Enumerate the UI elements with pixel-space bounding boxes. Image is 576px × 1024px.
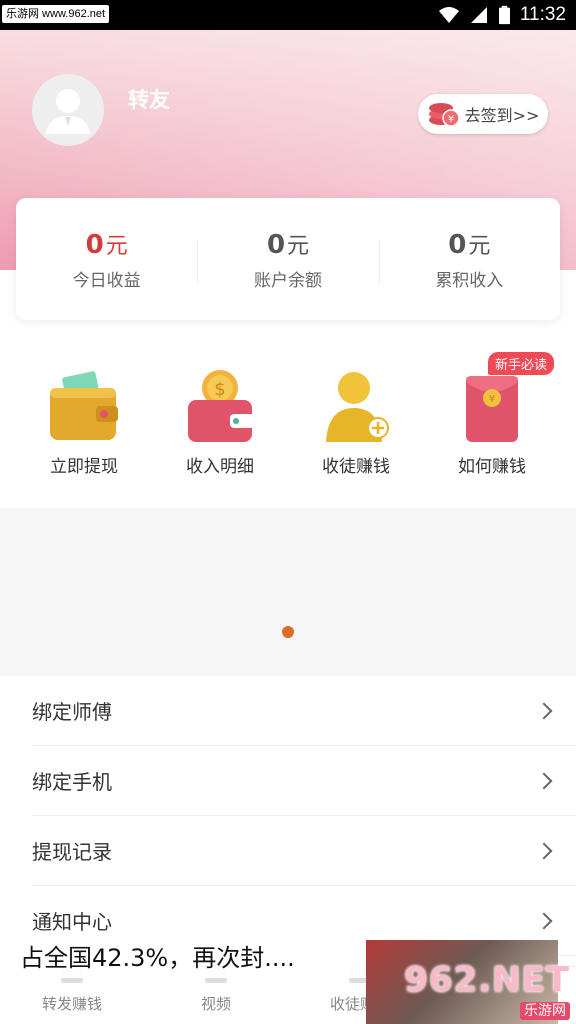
signin-label: 去签到>> [464, 106, 540, 125]
menu-item-bind-master[interactable]: 绑定师傅 [32, 676, 576, 746]
watermark-sub: 乐游网 [520, 1002, 570, 1020]
stat-value: 0元 [85, 230, 128, 260]
action-grid: 立即提现 $ 收入明细 收徒赚钱 新手必读 ¥ 如何赚钱 [0, 350, 576, 490]
tab-label: 视频 [200, 995, 231, 1013]
user-silhouette-icon [46, 89, 90, 134]
stat-total-income[interactable]: 0元 累积收入 [378, 198, 560, 320]
chevron-right-icon [535, 912, 553, 929]
status-time: 11:32 [519, 4, 566, 25]
coin-wallet-icon: $ [188, 370, 254, 442]
stat-account-balance[interactable]: 0元 账户余额 [197, 198, 378, 320]
stat-label: 今日收益 [72, 271, 141, 291]
stat-value: 0元 [266, 230, 310, 260]
action-label: 收徒赚钱 [322, 457, 390, 477]
menu-item-withdraw-records[interactable]: 提现记录 [32, 816, 576, 886]
action-income-detail[interactable]: $ 收入明细 [152, 350, 288, 490]
menu-label: 提现记录 [32, 840, 112, 864]
chevron-right-icon [535, 772, 553, 789]
stat-today-earnings[interactable]: 0元 今日收益 [16, 198, 197, 320]
red-envelope-icon: ¥ [466, 376, 518, 442]
wallet-icon [50, 371, 118, 440]
signin-button[interactable]: ¥ 去签到>> [418, 94, 548, 134]
avatar[interactable] [32, 74, 104, 146]
action-label: 收入明细 [186, 457, 254, 477]
watermark-logo: 962.NET [404, 960, 570, 1000]
carousel-indicator[interactable] [282, 626, 294, 638]
svg-text:¥: ¥ [489, 394, 495, 405]
banner-carousel[interactable] [0, 508, 576, 676]
menu-label: 通知中心 [32, 910, 112, 934]
stat-value: 0元 [448, 230, 491, 260]
action-label: 立即提现 [50, 457, 118, 477]
menu-label: 绑定手机 [32, 770, 112, 794]
action-how-to-earn[interactable]: 新手必读 ¥ 如何赚钱 [424, 350, 560, 490]
watermark-label: 乐游网 www.962.net [2, 5, 110, 23]
menu-item-bind-phone[interactable]: 绑定手机 [32, 746, 576, 816]
settings-menu: 绑定师傅 绑定手机 提现记录 通知中心 [0, 676, 576, 956]
battery-icon [498, 5, 510, 25]
signal-icon [470, 7, 487, 23]
earnings-card: 0元 今日收益 0元 账户余额 0元 累积收入 [16, 198, 560, 320]
status-bar: 乐游网 www.962.net 11:32 [0, 0, 576, 30]
newbie-badge: 新手必读 [487, 352, 554, 375]
chevron-right-icon [535, 842, 553, 859]
coin-stack-icon: ¥ [428, 103, 460, 127]
action-withdraw[interactable]: 立即提现 [16, 350, 152, 490]
menu-label: 绑定师傅 [32, 700, 112, 724]
stat-label: 账户余额 [253, 271, 322, 291]
stat-label: 累积收入 [435, 271, 504, 291]
svg-text:¥: ¥ [447, 114, 453, 125]
svg-text:$: $ [214, 379, 225, 400]
action-label: 如何赚钱 [458, 457, 526, 477]
chevron-right-icon [535, 702, 553, 719]
add-user-icon [326, 372, 389, 442]
tab-label: 转发赚钱 [41, 995, 102, 1013]
site-watermark: 962.NET 乐游网 [404, 960, 570, 1020]
username: 转友 [128, 88, 170, 112]
action-recruit[interactable]: 收徒赚钱 [288, 350, 424, 490]
overlay-ad-text[interactable]: 占全国42.3%，再次封.... [0, 938, 366, 978]
wifi-icon [438, 7, 459, 23]
